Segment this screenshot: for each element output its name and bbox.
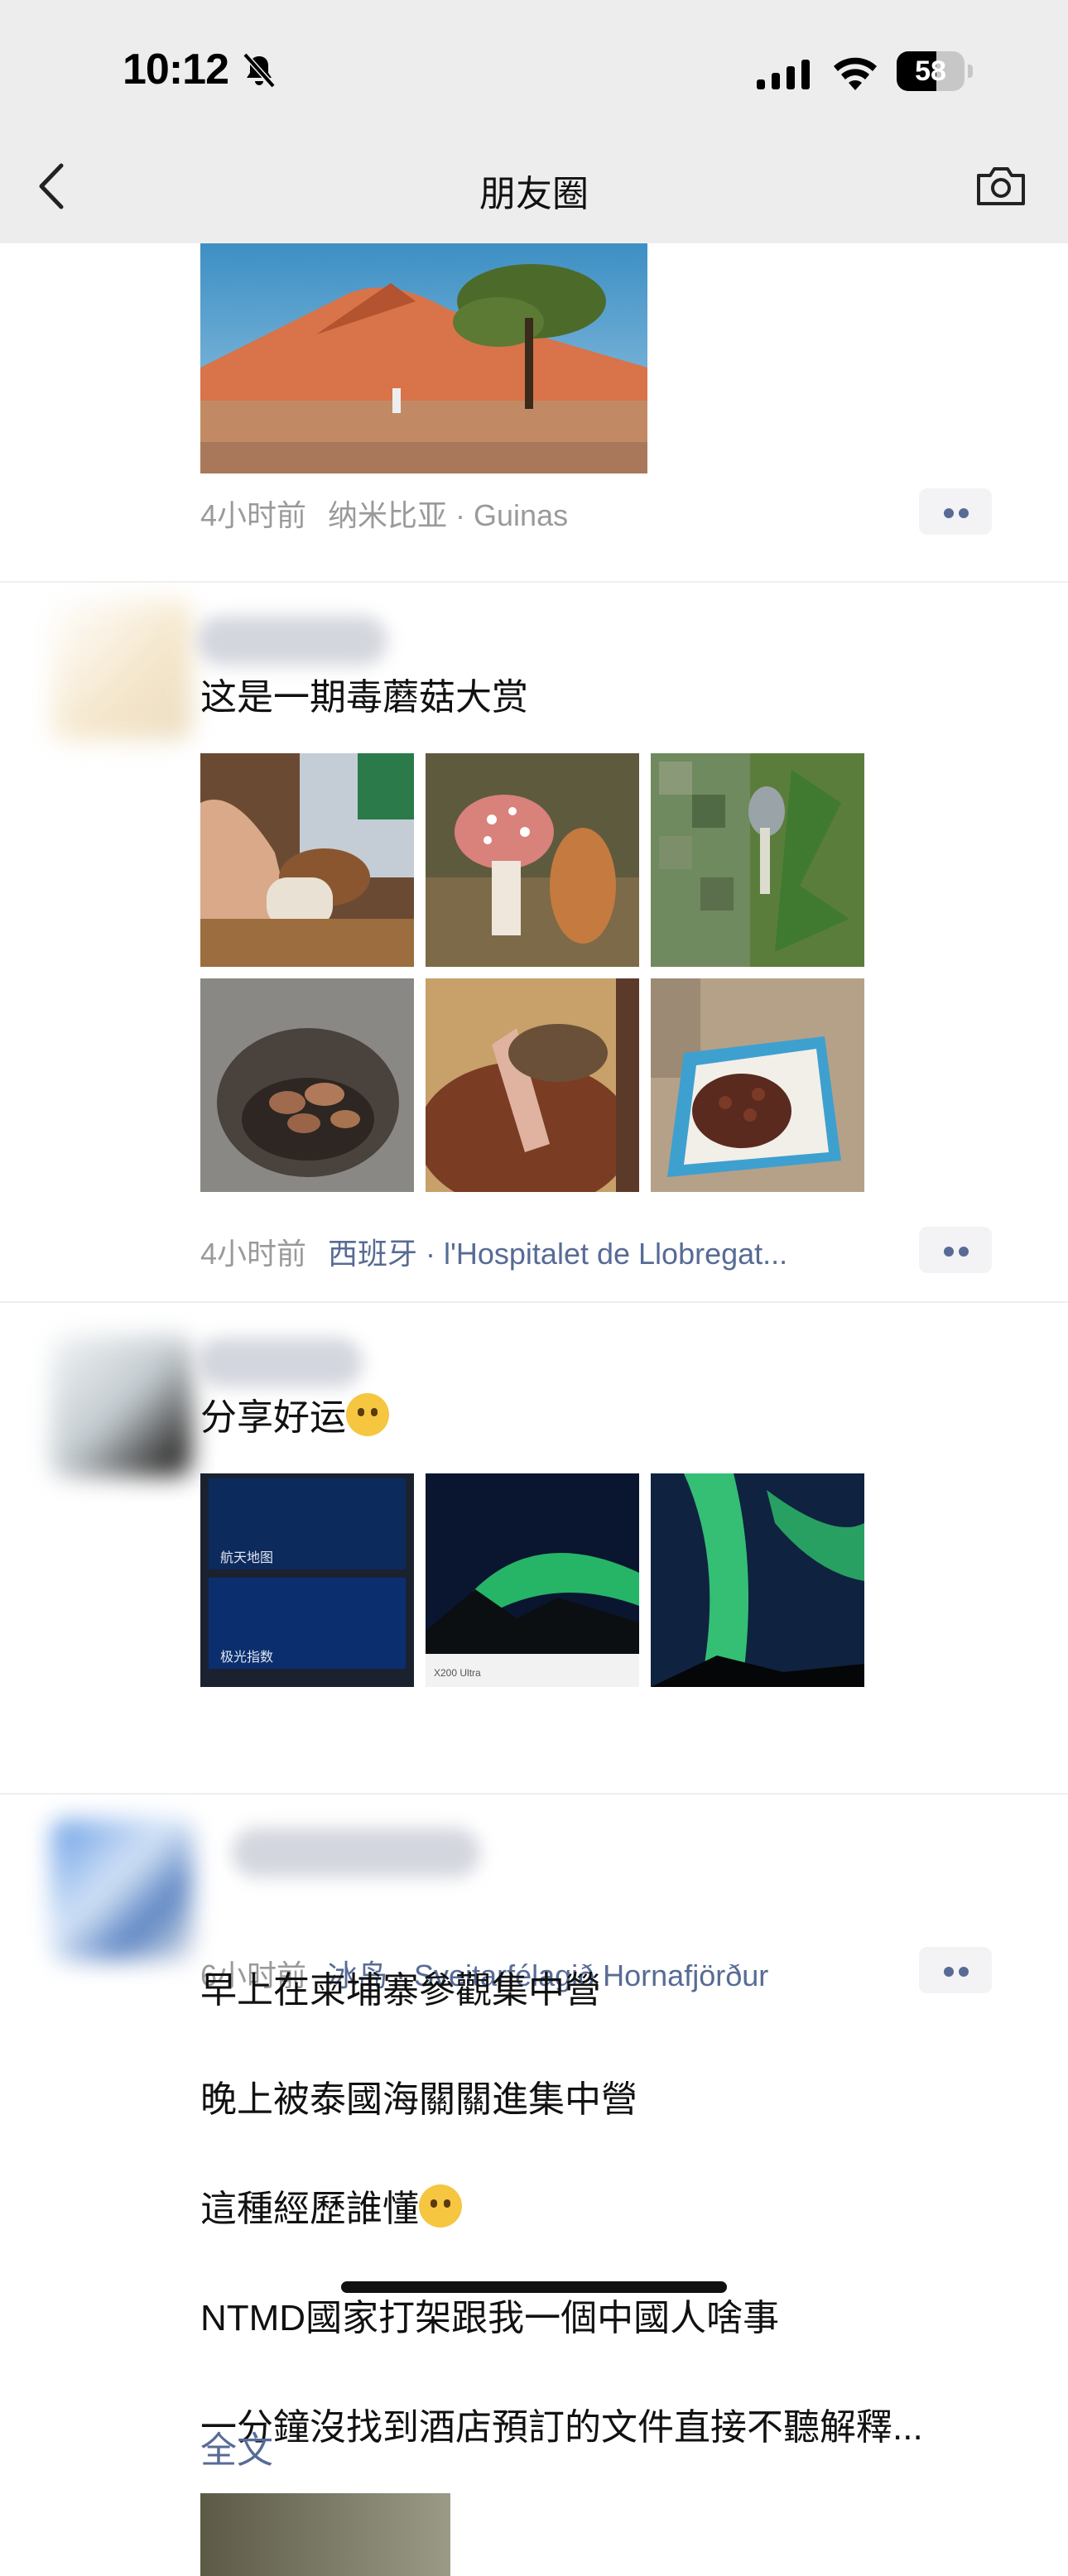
photo-caption: 极光指数: [220, 1651, 274, 1665]
post-time: 4小时前: [200, 1237, 307, 1271]
nickname-blurred[interactable]: [197, 616, 387, 666]
post-text: 分享好运: [200, 1391, 389, 1445]
more-actions-button[interactable]: [919, 1947, 992, 1993]
photo-caption: 航天地图: [220, 1551, 274, 1565]
post-text-content: 分享好运: [200, 1397, 346, 1438]
more-actions-button[interactable]: [919, 488, 992, 535]
photo-thumbnail[interactable]: [200, 2493, 450, 2576]
post-text-line-content: 這種經歷誰懂: [200, 2189, 419, 2229]
battery-level-text: 58: [915, 55, 946, 87]
nickname-blurred[interactable]: [197, 1338, 363, 1387]
post-text-line: NTMD國家打架跟我一個中國人啥事: [200, 2298, 780, 2338]
post-time: 4小时前: [200, 498, 307, 532]
full-text-link[interactable]: 全文: [200, 2420, 273, 2473]
cellular-signal-icon: [757, 60, 810, 89]
avatar[interactable]: [51, 599, 192, 740]
avatar[interactable]: [51, 1819, 192, 1960]
wifi-icon: [834, 57, 877, 90]
photo-mushroom-bag[interactable]: [651, 978, 864, 1192]
post-meta: 4小时前 西班牙 · l'Hospitalet de Llobregat...: [200, 1230, 787, 1273]
home-indicator: [341, 2281, 727, 2293]
post-location-link[interactable]: 西班牙 · l'Hospitalet de Llobregat...: [328, 1237, 787, 1271]
post-text-line: 晚上被泰國海關關進集中營: [200, 2079, 637, 2120]
smile-emoji-icon: [419, 2184, 462, 2228]
photo-mushroom-hand[interactable]: [200, 753, 414, 967]
photo-fly-agaric[interactable]: [426, 753, 639, 967]
post-divider: [0, 581, 1068, 583]
post-text: 这是一期毒蘑菇大赏: [200, 677, 528, 718]
avatar[interactable]: [51, 1336, 192, 1477]
camera-button[interactable]: [975, 164, 1027, 207]
post-meta: 4小时前 纳米比亚 · Guinas: [200, 492, 568, 535]
photo-aurora-map-screenshot[interactable]: 航天地图 极光指数: [200, 1473, 414, 1687]
post-divider: [0, 1301, 1068, 1303]
post-text-line: 這種經歷誰懂: [200, 2182, 923, 2237]
photo-desert-dune[interactable]: [200, 243, 647, 473]
post-text-line: 早上在柬埔寨參觀集中營: [200, 1970, 601, 2011]
photo-mushroom-basket[interactable]: [426, 978, 639, 1192]
post-text: 早上在柬埔寨參觀集中營 晚上被泰國海關關進集中營 這種經歷誰懂 NTMD國家打架…: [200, 1909, 923, 2510]
page-title: 朋友圈: [479, 174, 589, 214]
bell-off-icon: [243, 52, 276, 89]
top-bar: 10:12 58 朋友圈: [0, 0, 1068, 243]
photo-aurora-sky[interactable]: [651, 1473, 864, 1687]
photo-watermark: X200 Ultra: [434, 1667, 481, 1679]
battery-indicator: 58: [897, 51, 973, 91]
grin-emoji-icon: [346, 1393, 389, 1436]
post-text-line: 一分鐘沒找到酒店預訂的文件直接不聽解釋...: [200, 2407, 923, 2448]
post-divider: [0, 1793, 1068, 1795]
post-location: 纳米比亚 · Guinas: [328, 498, 569, 532]
more-actions-button[interactable]: [919, 1227, 992, 1273]
status-time: 10:12: [123, 46, 229, 94]
photo-mushroom-cluster[interactable]: [200, 978, 414, 1192]
nickname-blurred[interactable]: [232, 1828, 480, 1877]
photo-aurora-mountains[interactable]: X200 Ultra: [426, 1473, 639, 1687]
photo-mushroom-pixelated[interactable]: [651, 753, 864, 967]
